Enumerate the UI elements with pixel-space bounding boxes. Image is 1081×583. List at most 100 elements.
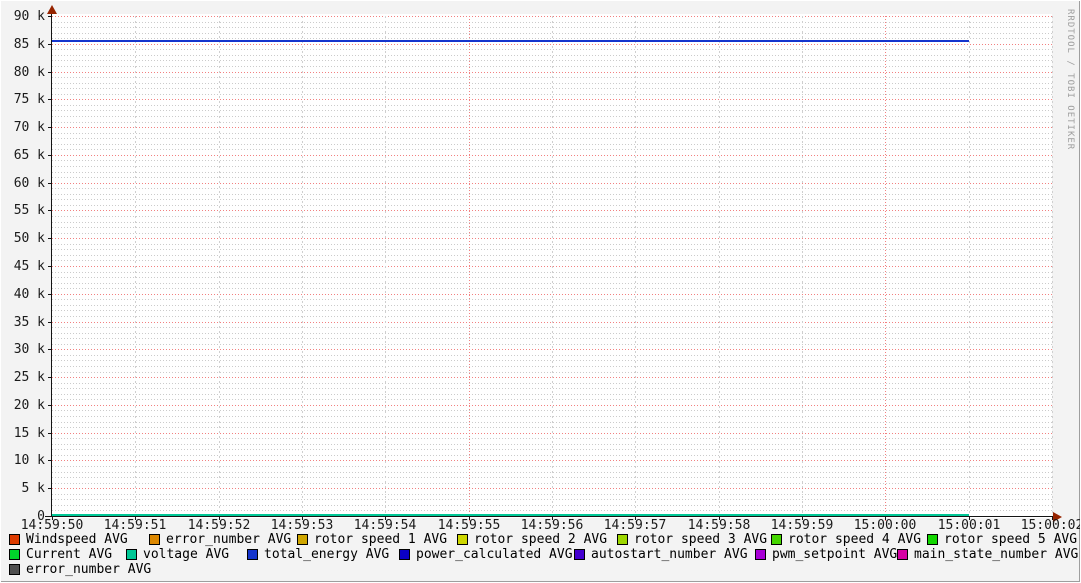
legend-item: pwm_setpoint AVG bbox=[755, 548, 897, 561]
y-axis-tick bbox=[48, 238, 51, 239]
x-axis-tick bbox=[969, 517, 970, 520]
legend-item: rotor speed 2 AVG bbox=[457, 533, 607, 546]
legend-color-swatch bbox=[9, 534, 20, 545]
legend-item: error_number AVG bbox=[9, 563, 151, 576]
y-axis-tick bbox=[48, 488, 51, 489]
legend-item: main_state_number AVG bbox=[897, 548, 1078, 561]
x-axis-tick bbox=[635, 517, 636, 520]
x-axis-label: 14:59:59 bbox=[769, 519, 835, 532]
y-axis-tick bbox=[48, 349, 51, 350]
x-axis-label: 14:59:52 bbox=[186, 519, 252, 532]
legend-item-label: voltage AVG bbox=[143, 548, 229, 561]
x-axis-tick bbox=[385, 517, 386, 520]
y-axis-tick bbox=[48, 210, 51, 211]
legend-item-label: autostart_number AVG bbox=[591, 548, 748, 561]
y-axis-tick bbox=[48, 127, 51, 128]
y-axis-tick bbox=[48, 44, 51, 45]
y-axis-label: 85 k bbox=[1, 38, 45, 51]
x-axis-label: 14:59:53 bbox=[269, 519, 335, 532]
x-axis-tick bbox=[135, 517, 136, 520]
legend-item-label: error_number AVG bbox=[166, 533, 291, 546]
rrdtool-graph: 05 k10 k15 k20 k25 k30 k35 k40 k45 k50 k… bbox=[0, 0, 1081, 583]
grid-line-vertical bbox=[1052, 16, 1053, 522]
legend-item: rotor speed 4 AVG bbox=[771, 533, 921, 546]
y-axis-label: 70 k bbox=[1, 121, 45, 134]
y-axis-label: 25 k bbox=[1, 371, 45, 384]
y-axis-label: 60 k bbox=[1, 177, 45, 190]
legend-color-swatch bbox=[457, 534, 468, 545]
x-axis-tick bbox=[885, 517, 886, 520]
x-axis-label: 14:59:55 bbox=[436, 519, 502, 532]
plot-area bbox=[52, 16, 1052, 516]
y-axis-tick bbox=[48, 16, 51, 17]
legend-item: Current AVG bbox=[9, 548, 112, 561]
x-axis-label: 14:59:54 bbox=[352, 519, 418, 532]
legend-color-swatch bbox=[9, 564, 20, 575]
legend-item-label: rotor speed 3 AVG bbox=[634, 533, 767, 546]
y-axis-tick bbox=[48, 155, 51, 156]
y-axis-label: 55 k bbox=[1, 204, 45, 217]
y-axis-tick bbox=[48, 294, 51, 295]
y-axis-label: 35 k bbox=[1, 316, 45, 329]
grid-line-vertical bbox=[969, 16, 970, 522]
x-axis-label: 14:59:58 bbox=[686, 519, 752, 532]
legend-color-swatch bbox=[247, 549, 258, 560]
legend-row: error_number AVG bbox=[1, 563, 1081, 577]
watermark: RRDTOOL / TOBI OETIKER bbox=[1065, 9, 1075, 150]
legend-item-label: rotor speed 2 AVG bbox=[474, 533, 607, 546]
y-axis-tick bbox=[48, 266, 51, 267]
legend-color-swatch bbox=[897, 549, 908, 560]
y-axis-labels: 05 k10 k15 k20 k25 k30 k35 k40 k45 k50 k… bbox=[1, 16, 45, 516]
grid-line-vertical bbox=[552, 16, 553, 522]
legend-color-swatch bbox=[399, 549, 410, 560]
legend-color-swatch bbox=[9, 549, 20, 560]
y-axis-tick bbox=[48, 433, 51, 434]
y-axis-label: 15 k bbox=[1, 427, 45, 440]
legend-color-swatch bbox=[574, 549, 585, 560]
legend-item-label: pwm_setpoint AVG bbox=[772, 548, 897, 561]
legend-item: Windspeed AVG bbox=[9, 533, 128, 546]
x-axis-tick bbox=[1052, 517, 1053, 520]
grid-line-vertical bbox=[802, 16, 803, 522]
legend-row: Windspeed AVG error_number AVG rotor speed… bbox=[1, 533, 1081, 547]
y-axis-tick bbox=[48, 460, 51, 461]
legend-item-label: rotor speed 5 AVG bbox=[944, 533, 1077, 546]
grid-line-vertical bbox=[385, 16, 386, 522]
x-axis-tick bbox=[219, 517, 220, 520]
legend-item-label: rotor speed 4 AVG bbox=[788, 533, 921, 546]
y-axis-label: 65 k bbox=[1, 149, 45, 162]
legend-color-swatch bbox=[126, 549, 137, 560]
legend-item: total_energy AVG bbox=[247, 548, 389, 561]
grid-line-vertical bbox=[635, 16, 636, 522]
grid-line-vertical bbox=[719, 16, 720, 522]
y-axis-label: 30 k bbox=[1, 343, 45, 356]
legend-row: Current AVGvoltage AVGtotal_energy AVGpo… bbox=[1, 548, 1081, 562]
y-axis-label: 20 k bbox=[1, 399, 45, 412]
x-axis-tick bbox=[52, 517, 53, 520]
y-axis-label: 5 k bbox=[1, 482, 45, 495]
legend-color-swatch bbox=[297, 534, 308, 545]
x-axis-tick bbox=[302, 517, 303, 520]
y-axis-label: 45 k bbox=[1, 260, 45, 273]
legend-item-label: main_state_number AVG bbox=[914, 548, 1078, 561]
legend-color-swatch bbox=[771, 534, 782, 545]
y-axis-tick bbox=[48, 183, 51, 184]
y-axis-label: 75 k bbox=[1, 93, 45, 106]
x-axis-label: 15:00:00 bbox=[852, 519, 918, 532]
legend-item-label: Current AVG bbox=[26, 548, 112, 561]
y-axis-tick bbox=[48, 377, 51, 378]
grid-line-vertical bbox=[219, 16, 220, 522]
legend-color-swatch bbox=[617, 534, 628, 545]
x-axis-label: 14:59:50 bbox=[19, 519, 85, 532]
legend-color-swatch bbox=[149, 534, 160, 545]
x-axis-label: 14:59:56 bbox=[519, 519, 585, 532]
legend-item-label: rotor speed 1 AVG bbox=[314, 533, 447, 546]
x-axis-label: 14:59:57 bbox=[602, 519, 668, 532]
grid-line-vertical bbox=[135, 16, 136, 522]
legend-item: rotor speed 5 AVG bbox=[927, 533, 1077, 546]
legend-item: voltage AVG bbox=[126, 548, 229, 561]
x-axis-label: 15:00:02 bbox=[1019, 519, 1081, 532]
y-axis-tick bbox=[48, 405, 51, 406]
legend-item: rotor speed 3 AVG bbox=[617, 533, 767, 546]
legend-item: error_number AVG bbox=[149, 533, 291, 546]
